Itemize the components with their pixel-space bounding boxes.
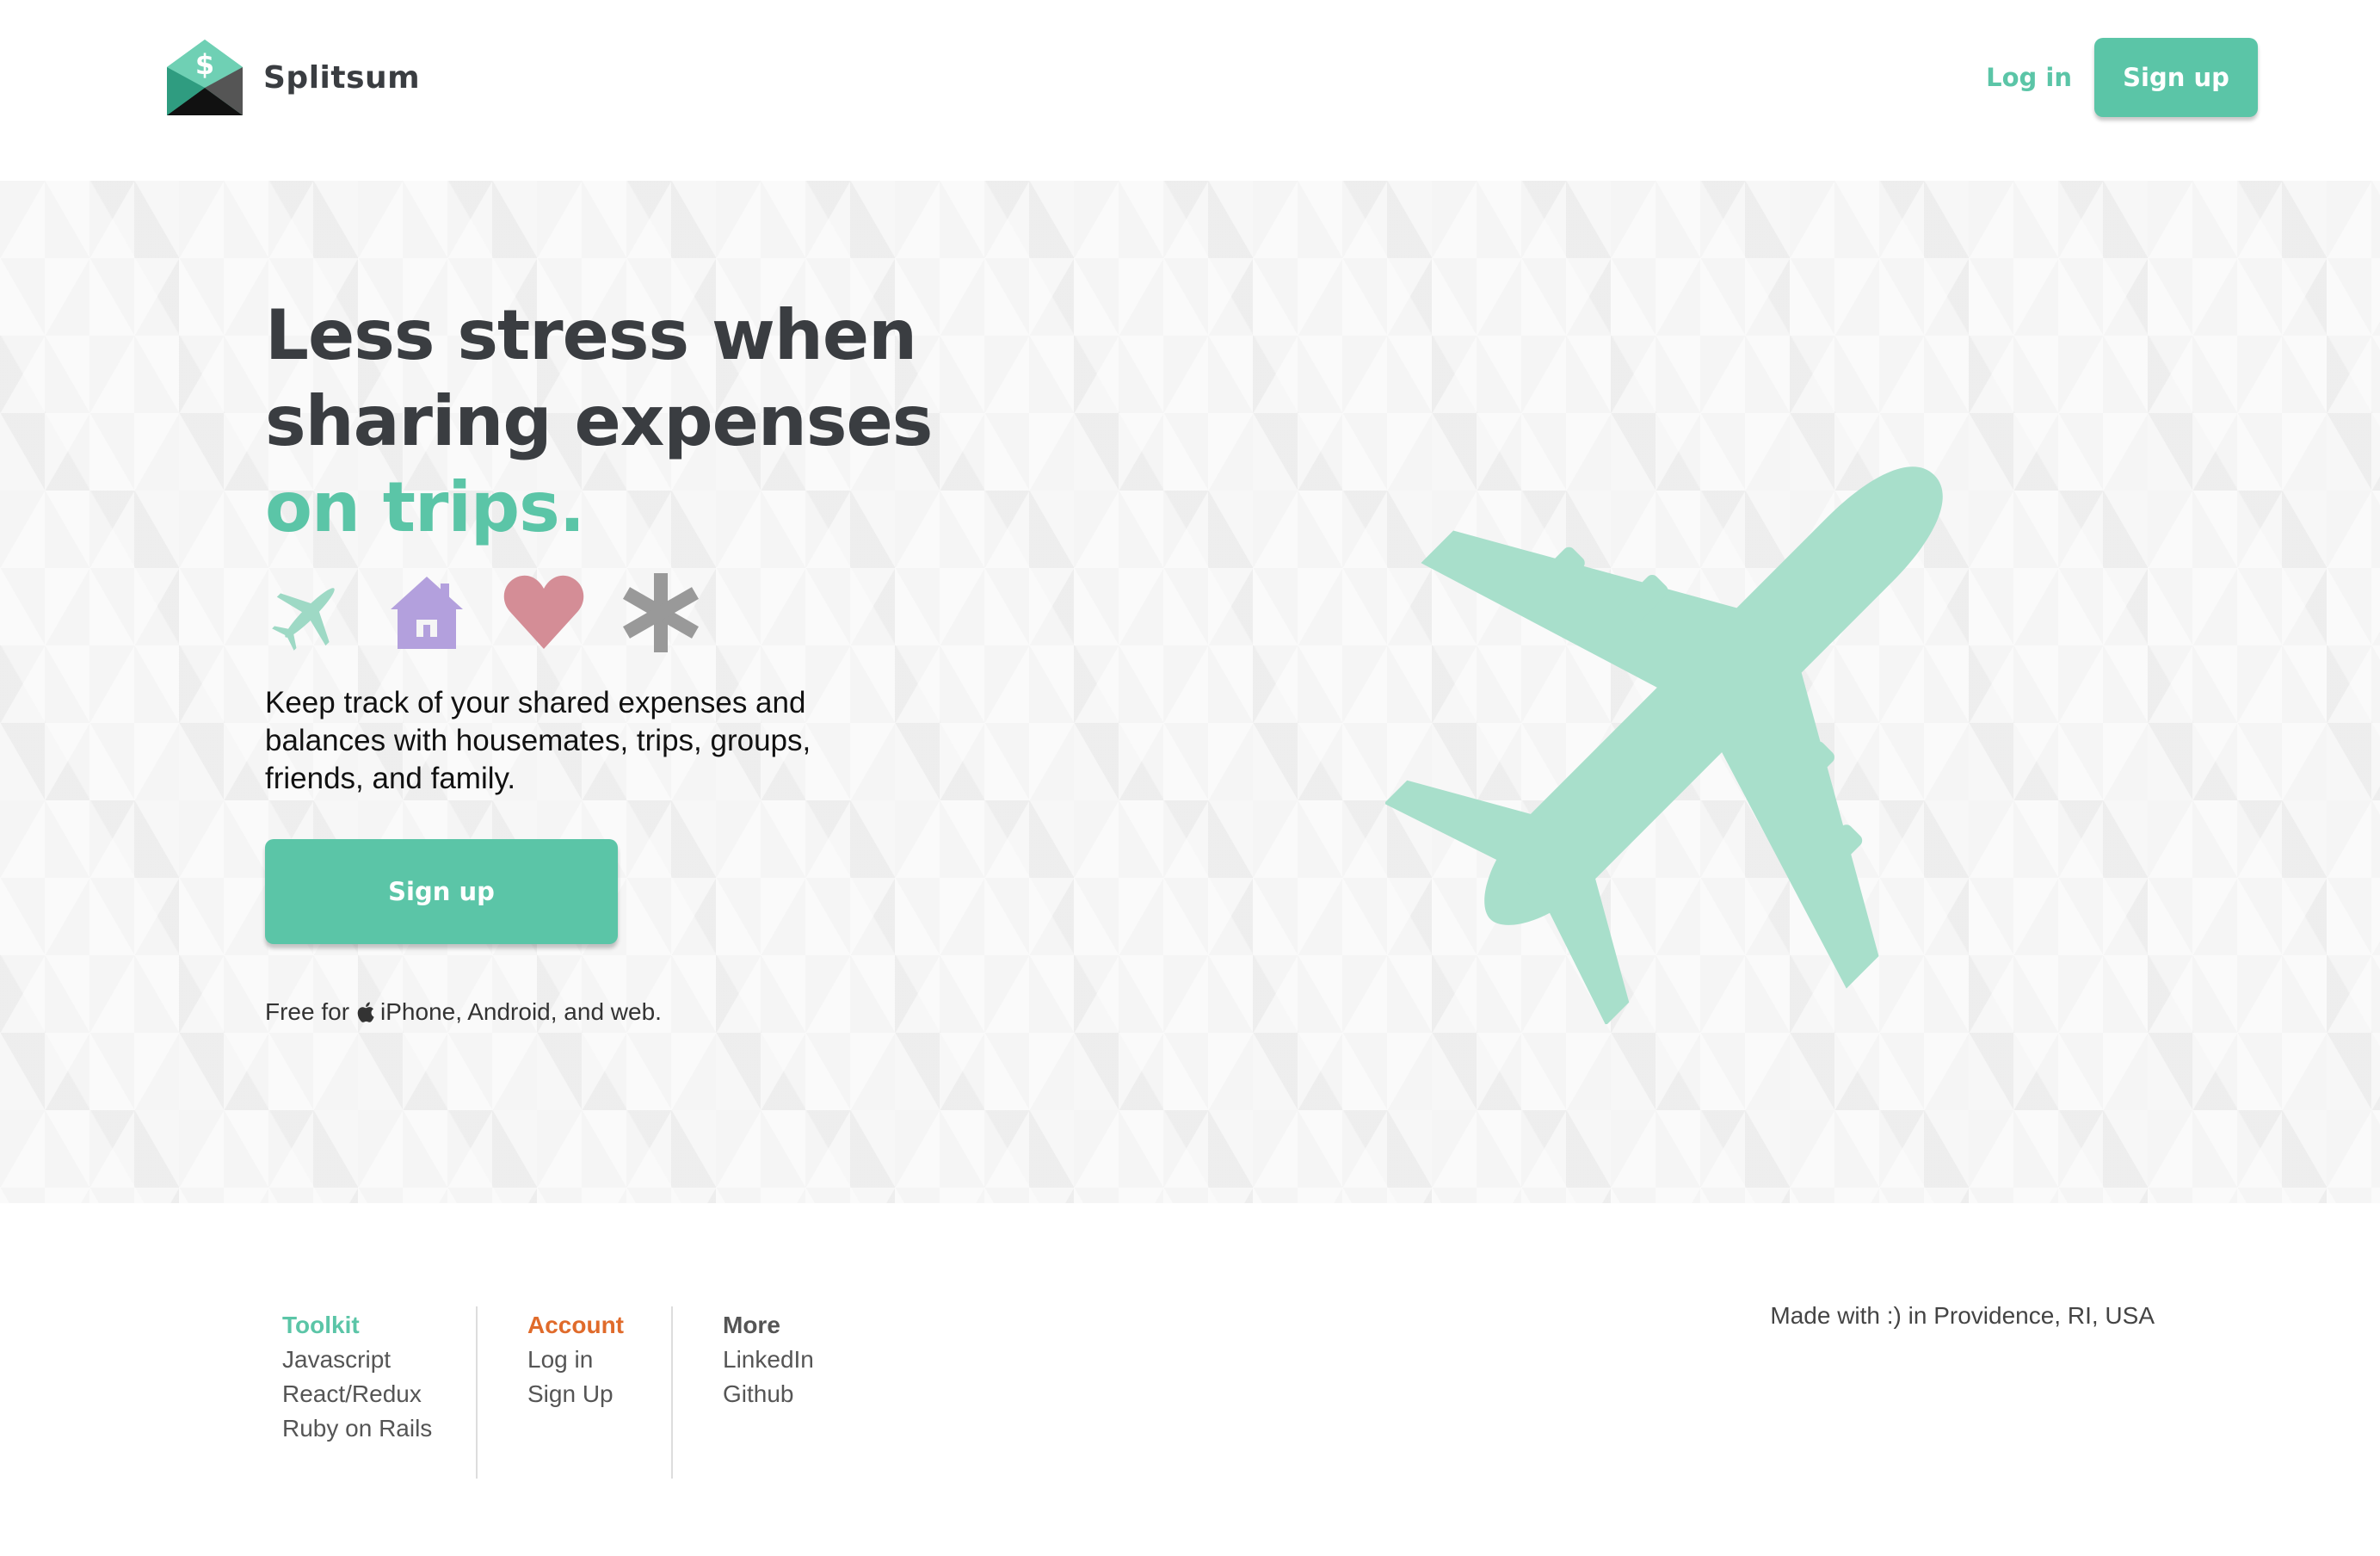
brand-name: Splitsum xyxy=(263,59,421,96)
svg-text:$: $ xyxy=(195,48,214,81)
login-link[interactable]: Log in xyxy=(1986,63,2072,92)
footer-link-github[interactable]: Github xyxy=(723,1377,895,1411)
header-nav: Log in Sign up xyxy=(1986,38,2258,117)
footer-account-column: Account Log in Sign Up xyxy=(527,1306,673,1479)
hero-headline: Less stress when sharing expenses on tri… xyxy=(265,293,1212,551)
footer-link-javascript[interactable]: Javascript xyxy=(282,1343,476,1377)
large-plane-illustration-icon xyxy=(1385,466,1943,1024)
headline-line-1: Less stress when xyxy=(265,295,917,375)
headline-line-2: sharing expenses xyxy=(265,381,933,461)
hero-signup-button[interactable]: Sign up xyxy=(265,839,618,944)
footer-link-ruby-on-rails[interactable]: Ruby on Rails xyxy=(282,1411,476,1446)
footer-link-linkedin[interactable]: LinkedIn xyxy=(723,1343,895,1377)
heart-icon xyxy=(499,568,589,658)
platforms-prefix: Free for xyxy=(265,998,350,1025)
platforms-suffix: iPhone, Android, and web. xyxy=(380,998,662,1025)
headline-accent: on trips. xyxy=(265,467,585,547)
footer-account-title: Account xyxy=(527,1312,624,1338)
footer-toolkit-title: Toolkit xyxy=(282,1312,360,1338)
brand-logo[interactable]: $ Splitsum xyxy=(165,38,420,117)
footer-more-title: More xyxy=(723,1312,780,1338)
site-header: $ Splitsum Log in Sign up xyxy=(0,0,2380,181)
made-with-note: Made with :) in Providence, RI, USA xyxy=(1770,1302,2155,1329)
plane-icon xyxy=(265,568,355,658)
site-footer: Toolkit Javascript React/Redux Ruby on R… xyxy=(0,1203,2380,1556)
footer-more-column: More LinkedIn Github xyxy=(723,1306,895,1479)
platforms-note: Free for iPhone, Android, and web. xyxy=(265,998,662,1026)
hero-tagline: Keep track of your shared expenses and b… xyxy=(265,686,811,795)
footer-link-react-redux[interactable]: React/Redux xyxy=(282,1377,476,1411)
category-icons xyxy=(265,568,733,658)
apple-icon xyxy=(356,1001,375,1023)
asterisk-icon xyxy=(616,568,706,658)
footer-link-login[interactable]: Log in xyxy=(527,1343,671,1377)
envelope-dollar-logo-icon: $ xyxy=(167,40,243,115)
hero-section: Less stress when sharing expenses on tri… xyxy=(0,181,2380,1203)
footer-link-signup[interactable]: Sign Up xyxy=(527,1377,671,1411)
footer-toolkit-column: Toolkit Javascript React/Redux Ruby on R… xyxy=(282,1306,478,1479)
header-signup-button[interactable]: Sign up xyxy=(2094,38,2258,117)
house-icon xyxy=(382,568,472,658)
